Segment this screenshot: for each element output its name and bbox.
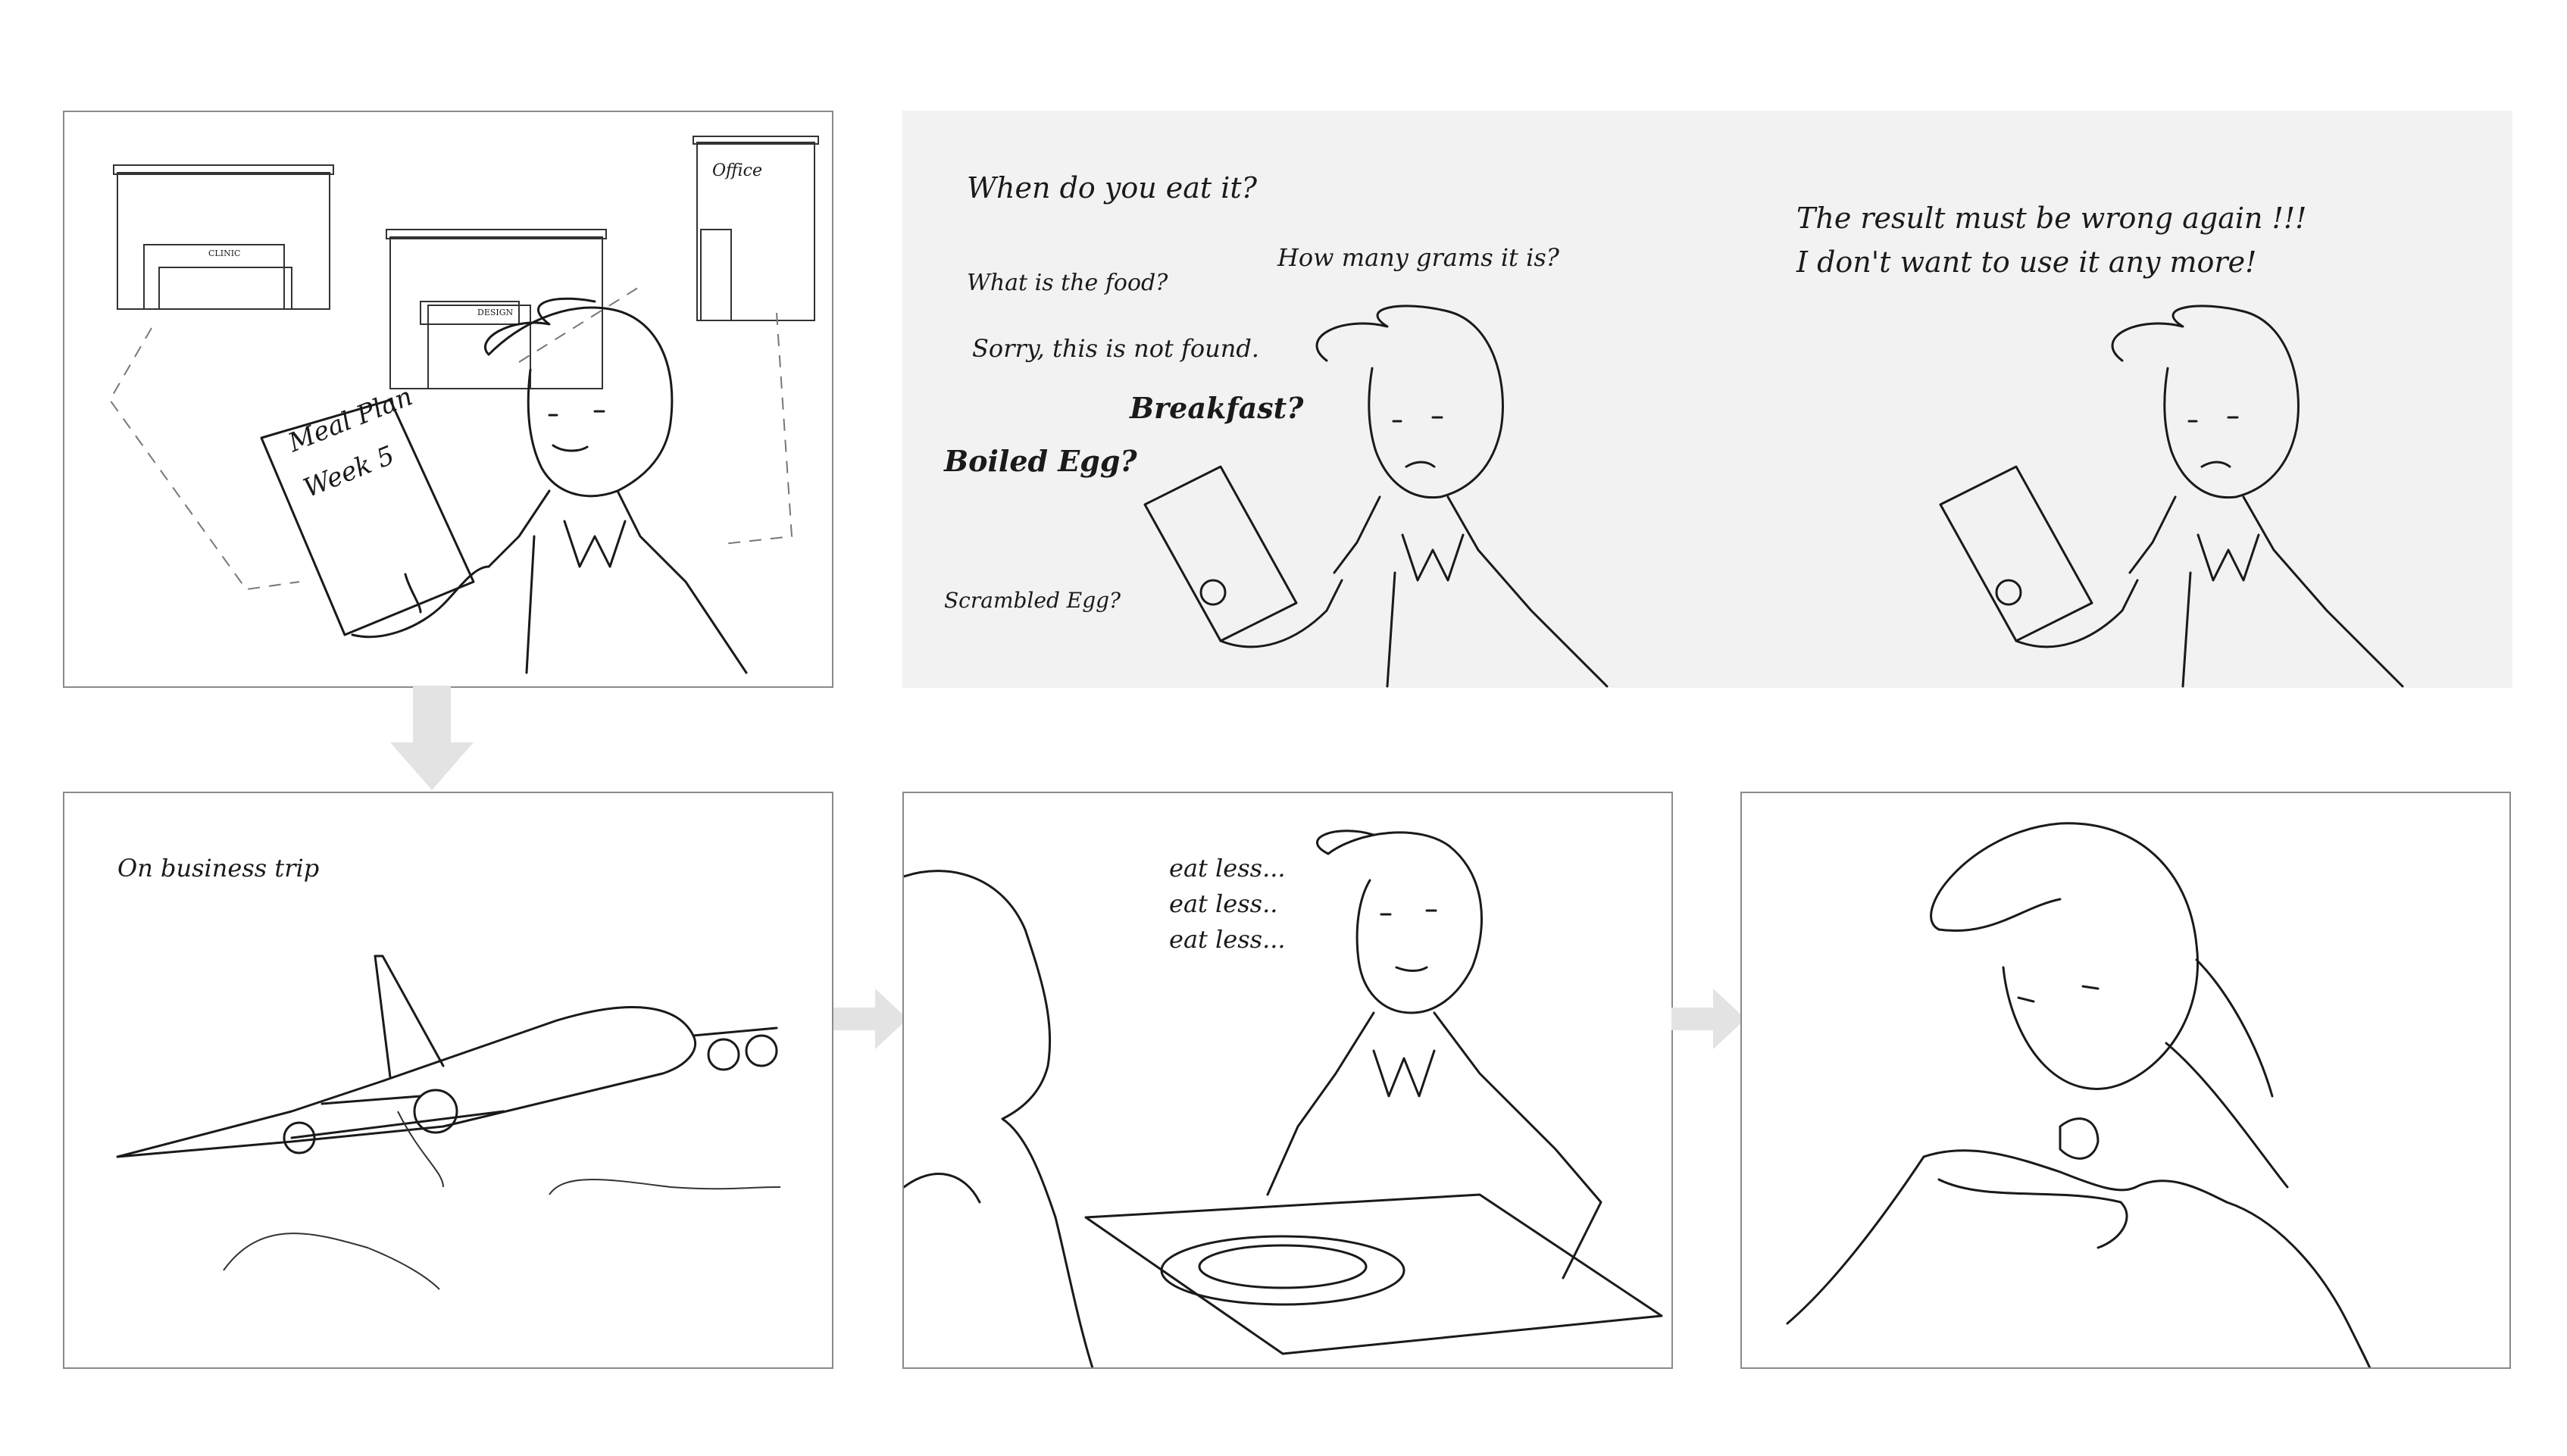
design-label: DESIGN (477, 308, 514, 317)
question-when: When do you eat it? (967, 171, 1258, 205)
panel-eat-less: eat less... eat less.. eat less... (902, 792, 1673, 1369)
option-breakfast: Breakfast? (1130, 391, 1304, 425)
business-trip-caption: On business trip (117, 854, 320, 883)
right-arrow-icon (1671, 989, 1746, 1049)
panel-eating (1740, 792, 2511, 1369)
clinic-label: CLINIC (208, 248, 241, 258)
right-arrow-icon (833, 989, 908, 1049)
eat-less-line3: eat less... (1169, 925, 1286, 954)
question-food: What is the food? (967, 270, 1168, 296)
office-label: Office (712, 161, 762, 180)
message-not-found: Sorry, this is not found. (972, 334, 1259, 363)
option-boiled-egg: Boiled Egg? (944, 444, 1137, 478)
result-complaint-line2: I don't want to use it any more! (1796, 245, 2257, 279)
panel-eating-drawing (1786, 822, 2372, 1367)
eat-less-line2: eat less.. (1169, 889, 1278, 918)
panel-app-frustration: When do you eat it? What is the food? Ho… (902, 111, 2512, 688)
result-complaint-line1: The result must be wrong again !!! (1796, 202, 2307, 235)
panel-meal-plan: Office CLINIC DESIGN Meal Plan Week 5 (63, 111, 833, 688)
down-arrow-icon (390, 686, 474, 790)
storyboard: Office CLINIC DESIGN Meal Plan Week 5 Wh… (0, 0, 2567, 1456)
panel-eat-less-drawing (904, 830, 1663, 1367)
panel-business-trip: On business trip (63, 792, 833, 1369)
eat-less-line1: eat less... (1169, 854, 1286, 883)
panel-meal-plan-drawing (108, 136, 819, 674)
question-grams: How many grams it is? (1277, 243, 1559, 272)
option-scrambled-egg: Scrambled Egg? (944, 588, 1121, 613)
